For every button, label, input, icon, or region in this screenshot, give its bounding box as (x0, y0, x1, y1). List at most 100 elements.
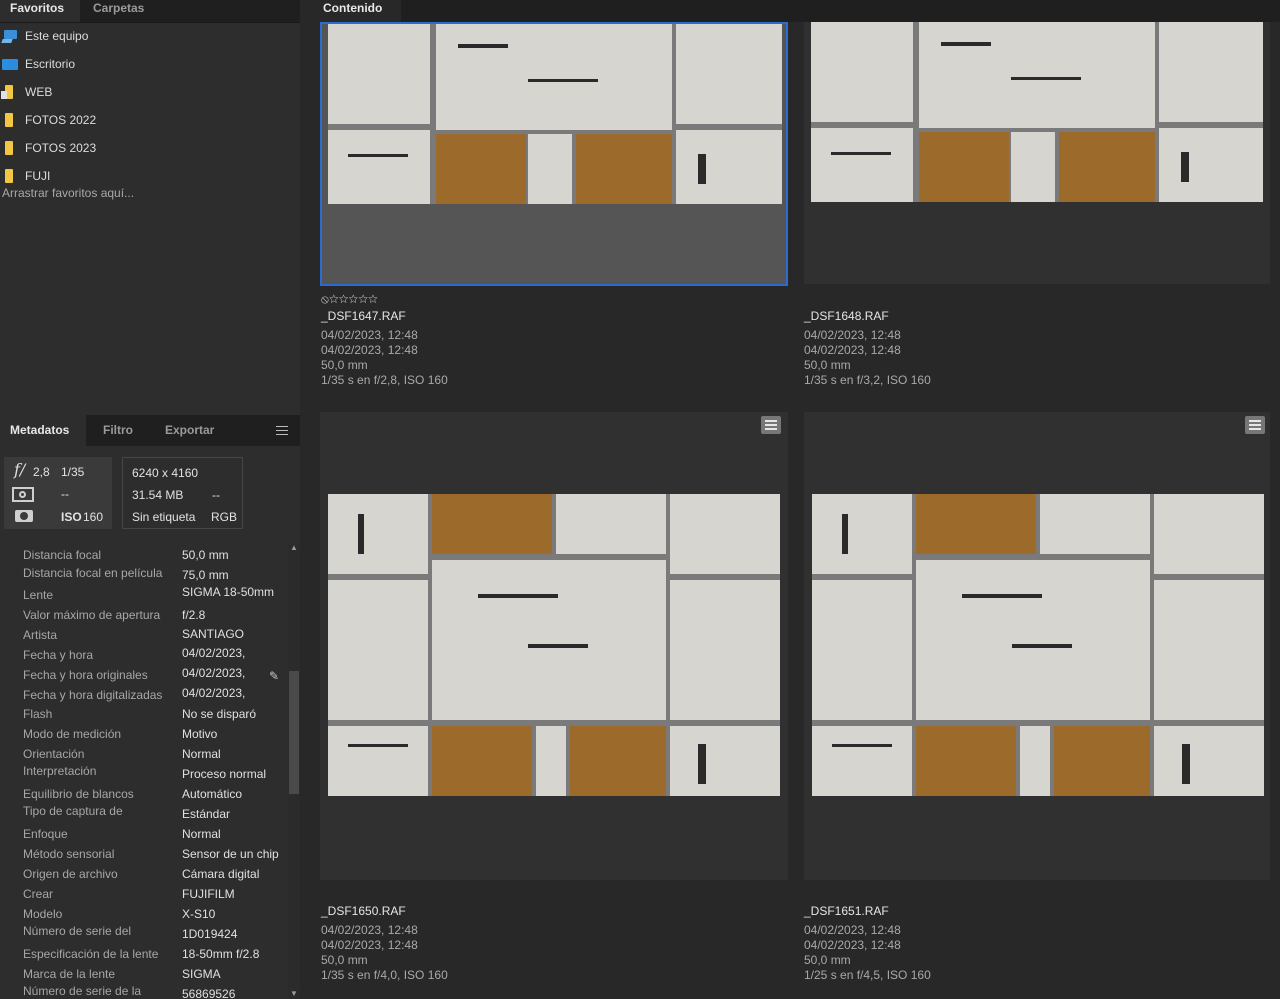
thumbnail-card-1647[interactable] (320, 22, 788, 286)
colormode-value: RGB (211, 510, 238, 524)
tab-favoritos[interactable]: Favoritos (0, 0, 80, 22)
folder-icon (5, 113, 13, 127)
exposure-summary: f/ 2,8 1/35 -- ISO 160 (4, 457, 112, 529)
metadata-key: Tipo de captura de (23, 804, 123, 818)
metadata-value: No se disparó (182, 707, 257, 721)
tab-carpetas[interactable]: Carpetas (80, 0, 156, 22)
favorites-drop-hint: Arrastrar favoritos aquí... (2, 186, 135, 200)
metadata-key: Modelo (23, 907, 63, 921)
metadata-key: Crear (23, 887, 54, 901)
metadata-tabbar: Metadatos Filtro Exportar (0, 415, 300, 446)
tab-contenido[interactable]: Contenido (304, 0, 402, 22)
thumbnail-card-1650[interactable] (320, 412, 788, 880)
file-focal: 50,0 mm (804, 953, 851, 967)
scroll-down-icon[interactable]: ▼ (290, 989, 298, 998)
favorite-item-fotos-2022[interactable]: FOTOS 2022 (0, 106, 300, 134)
metadata-key: Fecha y hora (23, 648, 94, 662)
shutter-value: 1/35 (61, 465, 85, 479)
file-focal: 50,0 mm (321, 358, 368, 372)
favorite-label: FOTOS 2022 (25, 113, 97, 127)
tab-filtro[interactable]: Filtro (93, 415, 143, 446)
scroll-up-icon[interactable]: ▲ (290, 543, 298, 552)
thumbnail-card-1651[interactable] (804, 412, 1270, 880)
metadata-value: SIGMA 18-50mm (182, 585, 275, 599)
thumbnail-caption: _DSF1651.RAF 04/02/2023, 12:48 04/02/202… (804, 904, 931, 983)
thumbnail-card-1648[interactable] (804, 22, 1270, 284)
tab-exportar[interactable]: Exportar (155, 415, 224, 446)
file-name: _DSF1648.RAF (804, 309, 889, 323)
file-exposure: 1/35 s en f/2,8, ISO 160 (321, 373, 448, 387)
favorite-label: WEB (25, 85, 53, 99)
metadata-key: Método sensorial (23, 847, 115, 861)
metadata-key: Distancia focal (23, 548, 102, 562)
metadata-value: X-S10 (182, 907, 216, 921)
tab-metadatos[interactable]: Metadatos (0, 415, 86, 446)
metadata-value: Normal (182, 827, 221, 841)
favorite-item-web[interactable]: WEB (0, 78, 300, 106)
file-exposure: 1/25 s en f/4,5, ISO 160 (804, 968, 931, 982)
metadata-key: Interpretación (23, 764, 97, 778)
file-modified: 04/02/2023, 12:48 (804, 938, 901, 952)
thumbnail-image (812, 494, 1264, 796)
aperture-value: 2,8 (33, 465, 50, 479)
metadata-value: 1D019424 (182, 927, 238, 941)
favorite-item-fotos-2023[interactable]: FOTOS 2023 (0, 134, 300, 162)
folder-icon (1, 85, 13, 99)
metadata-key: Distancia focal en película (23, 566, 163, 580)
content-tabbar: Contenido (304, 0, 1280, 22)
metering-icon (12, 487, 34, 502)
metadata-key: Modo de medición (23, 727, 122, 741)
favorites-list: Este equipo Escritorio WEB FOTOS 2022 FO… (0, 22, 300, 200)
metadata-scroll-thumb[interactable] (289, 671, 299, 794)
metadata-key: Origen de archivo (23, 867, 118, 881)
metadata-key: Enfoque (23, 827, 68, 841)
file-created: 04/02/2023, 12:48 (804, 328, 901, 342)
metadata-value: 56869526 (182, 987, 236, 999)
file-created: 04/02/2023, 12:48 (804, 923, 901, 937)
favorite-label: FUJI (25, 169, 51, 183)
metadata-value: 50,0 mm (182, 548, 229, 562)
file-exposure: 1/35 s en f/4,0, ISO 160 (321, 968, 448, 982)
favorite-label: Escritorio (25, 57, 76, 71)
metadata-value: FUJIFILM (182, 887, 235, 901)
favorite-item-escritorio[interactable]: Escritorio (0, 50, 300, 78)
edit-pencil-icon[interactable]: ✎ (269, 669, 279, 683)
metadata-value: Sensor de un chip (182, 847, 279, 861)
file-name: _DSF1651.RAF (804, 904, 889, 918)
metadata-key: Lente (23, 588, 54, 602)
favorite-item-este-equipo[interactable]: Este equipo (0, 22, 300, 50)
thumbnail-caption: _DSF1647.RAF 04/02/2023, 12:48 04/02/202… (321, 309, 448, 388)
metadata-key: Fecha y hora digitalizadas (23, 688, 163, 702)
metadata-value: Estándar (182, 807, 231, 821)
file-focal: 50,0 mm (804, 358, 851, 372)
metadata-value: SANTIAGO (182, 627, 245, 641)
file-exposure: 1/35 s en f/3,2, ISO 160 (804, 373, 931, 387)
metadata-value: Normal (182, 747, 221, 761)
desktop-icon (2, 58, 18, 70)
metadata-key: Marca de la lente (23, 967, 116, 981)
left-panel: Favoritos Carpetas Este equipo Escritori… (0, 0, 300, 999)
aperture-icon: f/ (14, 460, 26, 479)
filesize-value: 31.54 MB (132, 488, 184, 502)
metadata-key: Número de serie de la (23, 984, 142, 998)
file-name: _DSF1650.RAF (321, 904, 406, 918)
adjustments-icon[interactable] (761, 416, 781, 434)
file-name: _DSF1647.RAF (321, 309, 406, 323)
metadata-key: Artista (23, 628, 58, 642)
metadata-key: Equilibrio de blancos (23, 787, 134, 801)
file-modified: 04/02/2023, 12:48 (321, 938, 418, 952)
file-created: 04/02/2023, 12:48 (321, 923, 418, 937)
file-modified: 04/02/2023, 12:48 (804, 343, 901, 357)
metadata-value: Automático (182, 787, 243, 801)
iso-label: ISO (61, 510, 82, 524)
favorites-tabbar: Favoritos Carpetas (0, 0, 300, 23)
metadata-value: 18-50mm f/2.8 (182, 947, 260, 961)
file-focal: 50,0 mm (321, 953, 368, 967)
metadata-value: Cámara digital (182, 867, 260, 881)
metadata-value: 75,0 mm (182, 568, 229, 582)
rating-stars[interactable]: ⦸☆☆☆☆☆ (321, 292, 378, 307)
metadata-key: Fecha y hora originales (23, 668, 148, 682)
adjustments-icon[interactable] (1245, 416, 1265, 434)
folder-icon (5, 169, 13, 183)
panel-menu-icon[interactable] (276, 426, 288, 438)
